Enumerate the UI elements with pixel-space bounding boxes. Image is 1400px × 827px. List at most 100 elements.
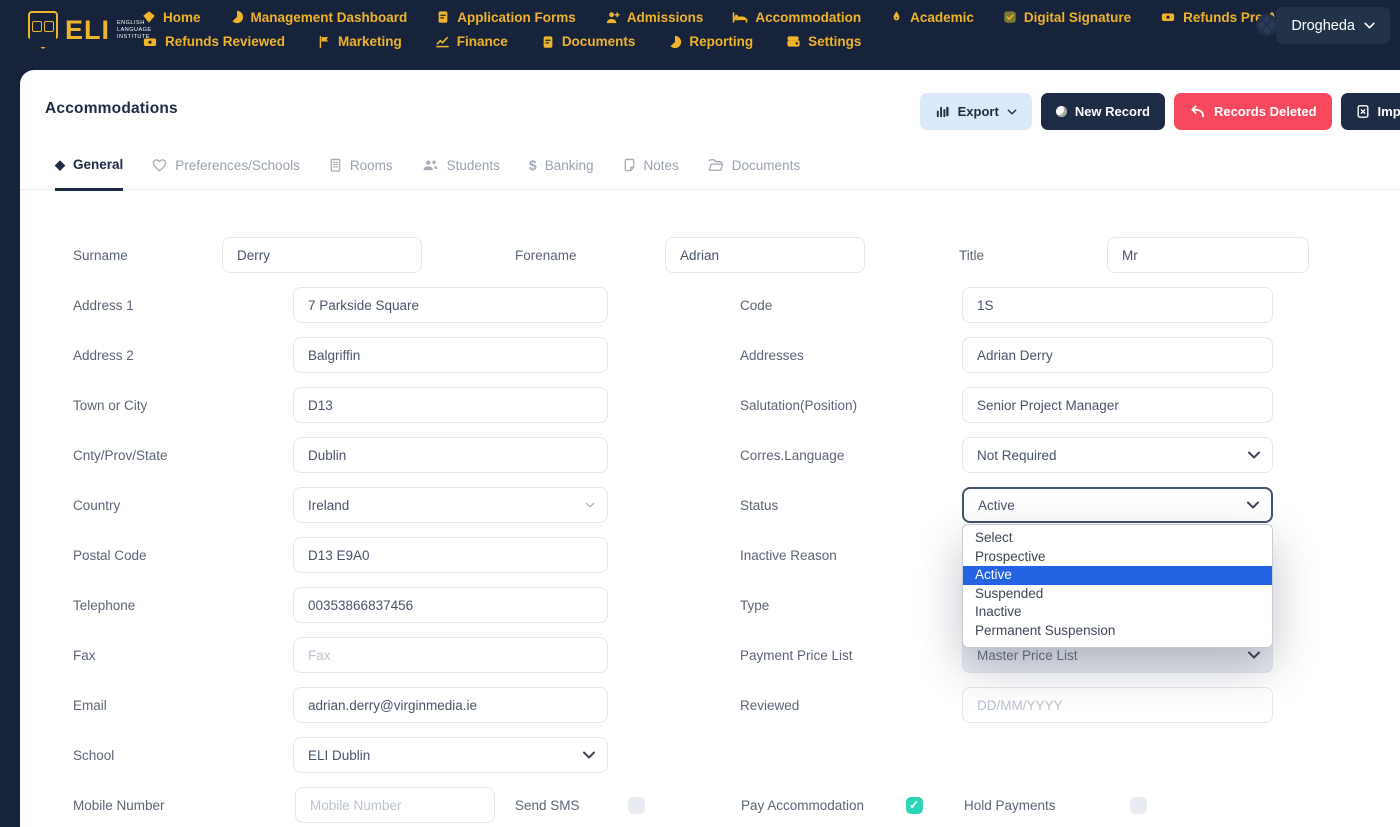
- town-input[interactable]: [293, 387, 608, 423]
- tab-rooms[interactable]: Rooms: [329, 155, 393, 189]
- address2-label: Address 2: [73, 348, 293, 363]
- address2-input[interactable]: [293, 337, 608, 373]
- school-label: School: [73, 748, 293, 763]
- nav-row-1: Home Management Dashboard Application Fo…: [142, 9, 1326, 25]
- email-label: Email: [73, 698, 293, 713]
- code-label: Code: [740, 298, 962, 313]
- school-select[interactable]: ELI Dublin: [293, 737, 608, 773]
- chevron-down-icon: [1247, 501, 1259, 509]
- surname-label: Surname: [73, 248, 222, 263]
- tab-general[interactable]: ◆ General: [55, 155, 123, 191]
- app-grid-icon[interactable]: [1256, 14, 1278, 36]
- new-record-button[interactable]: New Record: [1041, 93, 1165, 130]
- inactive-reason-label: Inactive Reason: [740, 548, 962, 563]
- salutation-label: Salutation(Position): [740, 398, 962, 413]
- undo-arrow-icon: [1189, 104, 1206, 119]
- status-option-permanent-suspension[interactable]: Permanent Suspension: [963, 622, 1272, 641]
- tab-documents[interactable]: Documents: [708, 155, 800, 189]
- title-input[interactable]: [1107, 237, 1309, 273]
- code-input[interactable]: [962, 287, 1273, 323]
- tab-preferences-schools[interactable]: Preferences/Schools: [152, 155, 300, 189]
- nav-item-marketing[interactable]: Marketing: [318, 34, 402, 49]
- top-nav: ELI ENGLISHLANGUAGEINSTITUTE Home Manage…: [0, 0, 1400, 70]
- check-square-icon: [1003, 10, 1017, 24]
- tab-bar: ◆ General Preferences/Schools Rooms Stud…: [20, 155, 1400, 190]
- postal-code-input[interactable]: [293, 537, 608, 573]
- addresses-input[interactable]: [962, 337, 1273, 373]
- nav-item-management-dashboard[interactable]: Management Dashboard: [230, 10, 408, 25]
- form-file-icon: [436, 10, 450, 24]
- people-icon: [422, 158, 439, 172]
- reviewed-label: Reviewed: [740, 698, 962, 713]
- forename-input[interactable]: [665, 237, 865, 273]
- status-option-inactive[interactable]: Inactive: [963, 603, 1272, 622]
- heart-icon: [152, 158, 167, 172]
- status-option-prospective[interactable]: Prospective: [963, 548, 1272, 567]
- salutation-input[interactable]: [962, 387, 1273, 423]
- status-select[interactable]: Active: [962, 487, 1273, 523]
- title-label: Title: [959, 248, 1107, 263]
- address1-input[interactable]: [293, 287, 608, 323]
- dollar-icon: $: [529, 157, 537, 173]
- nav-item-refunds-reviewed[interactable]: Refunds Reviewed: [142, 34, 285, 49]
- chevron-down-icon: [583, 751, 595, 759]
- telephone-input[interactable]: [293, 587, 608, 623]
- logo-abbr: ELI: [65, 17, 110, 44]
- nav-item-home[interactable]: Home: [142, 10, 201, 25]
- flag-icon: [318, 35, 331, 49]
- page-title: Accommodations: [45, 100, 178, 118]
- wallet-icon: [786, 34, 801, 49]
- surname-input[interactable]: [222, 237, 422, 273]
- pie-chart-icon: [668, 35, 682, 49]
- tab-students[interactable]: Students: [422, 155, 500, 189]
- nav-item-settings[interactable]: Settings: [786, 34, 861, 49]
- chevron-down-icon: [1248, 451, 1260, 459]
- type-label: Type: [740, 598, 962, 613]
- payment-price-list-label: Payment Price List: [740, 648, 962, 663]
- pay-accommodation-checkbox[interactable]: [906, 797, 923, 814]
- town-label: Town or City: [73, 398, 293, 413]
- nav-item-reporting[interactable]: Reporting: [668, 34, 753, 49]
- export-button[interactable]: Export: [920, 93, 1032, 130]
- folder-icon: [708, 158, 724, 172]
- banknote-icon: [1160, 10, 1176, 24]
- mobile-number-input[interactable]: [295, 787, 495, 823]
- county-input[interactable]: [293, 437, 608, 473]
- corres-language-select[interactable]: Not Required: [962, 437, 1273, 473]
- branch-selector-button[interactable]: Drogheda: [1276, 7, 1390, 44]
- send-sms-checkbox[interactable]: [628, 797, 645, 814]
- eli-logo[interactable]: ELI ENGLISHLANGUAGEINSTITUTE: [28, 11, 152, 49]
- nav-row-2: Refunds Reviewed Marketing Finance Docum…: [142, 34, 861, 49]
- nav-item-accommodation[interactable]: Accommodation: [732, 9, 861, 25]
- note-icon: [623, 158, 636, 172]
- status-label: Status: [740, 498, 962, 513]
- status-dropdown-list: Select Prospective Active Suspended Inac…: [962, 524, 1273, 648]
- banknote-icon: [142, 35, 158, 49]
- forename-label: Forename: [515, 248, 665, 263]
- accommodations-card: Accommodations Export New Record Records…: [20, 70, 1400, 827]
- pie-chart-icon: [230, 10, 244, 24]
- fax-input[interactable]: [293, 637, 608, 673]
- status-option-suspended[interactable]: Suspended: [963, 585, 1272, 604]
- nav-item-finance[interactable]: Finance: [435, 34, 508, 49]
- status-option-active[interactable]: Active: [963, 566, 1272, 585]
- action-buttons: Export New Record Records Deleted Import: [920, 93, 1400, 130]
- import-button[interactable]: Import: [1341, 93, 1400, 130]
- records-deleted-button[interactable]: Records Deleted: [1174, 93, 1332, 130]
- email-input[interactable]: [293, 687, 608, 723]
- tab-banking[interactable]: $ Banking: [529, 155, 594, 189]
- country-select[interactable]: Ireland: [293, 487, 608, 523]
- nav-item-documents[interactable]: Documents: [541, 34, 636, 49]
- country-label: Country: [73, 498, 293, 513]
- status-option-select[interactable]: Select: [963, 529, 1272, 548]
- nav-item-application-forms[interactable]: Application Forms: [436, 10, 576, 25]
- tab-notes[interactable]: Notes: [623, 155, 679, 189]
- eli-shield-icon: [28, 11, 58, 49]
- nav-item-digital-signature[interactable]: Digital Signature: [1003, 10, 1131, 25]
- nav-item-academic[interactable]: Academic: [890, 10, 974, 25]
- county-label: Cnty/Prov/State: [73, 448, 293, 463]
- nav-item-admissions[interactable]: Admissions: [605, 10, 704, 25]
- reviewed-date-input[interactable]: [962, 687, 1273, 723]
- hold-payments-checkbox[interactable]: [1130, 797, 1147, 814]
- addresses-label: Addresses: [740, 348, 962, 363]
